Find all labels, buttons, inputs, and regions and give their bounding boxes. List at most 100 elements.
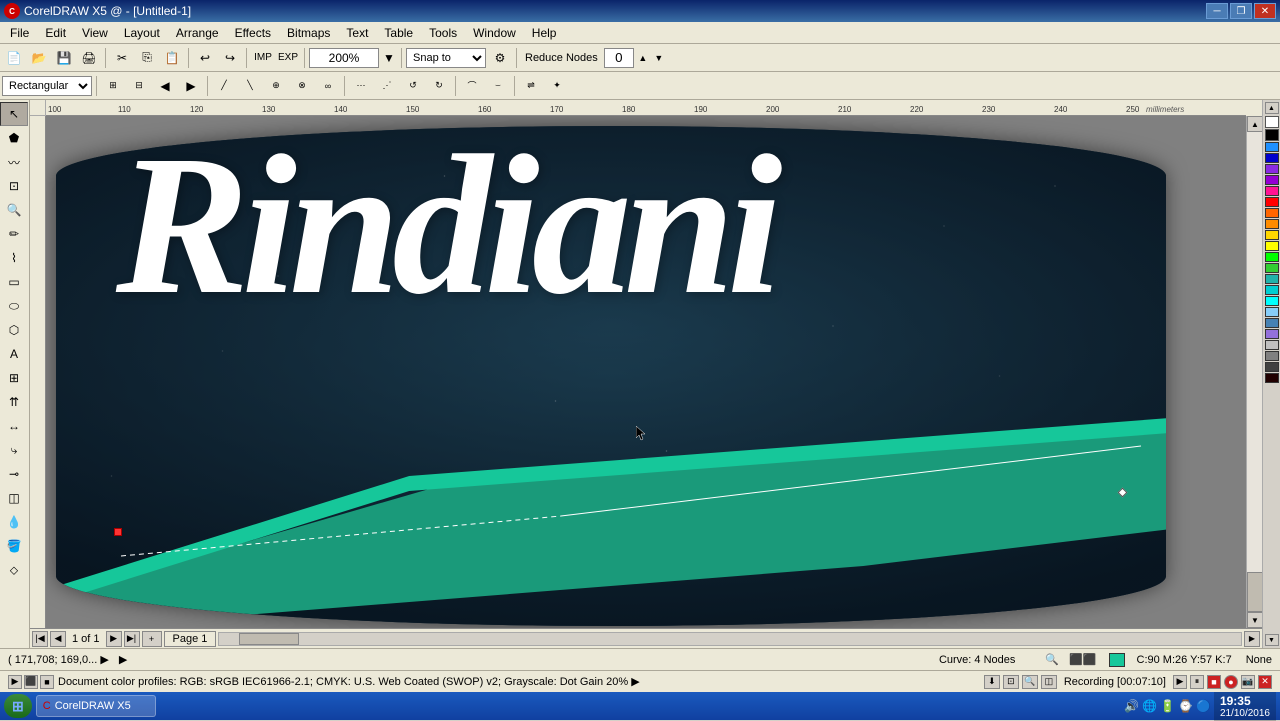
tool-rectangle[interactable]: ▭ [0,270,28,294]
reduce-nodes-input[interactable]: 0 [604,48,634,68]
tool-smartdraw[interactable]: ⌇ [0,246,28,270]
tool-fill[interactable]: 🪣 [0,534,28,558]
vscroll-track[interactable] [1247,132,1262,572]
tray-icon3[interactable]: 🔋 [1160,699,1175,713]
palette-c1[interactable] [1265,142,1279,152]
paste-button[interactable]: 📋 [160,47,184,69]
tool-connector[interactable]: ⤷ [0,438,28,462]
vscroll-up-btn[interactable]: ▲ [1247,116,1262,132]
palette-c18[interactable] [1265,329,1279,339]
hscrollbar[interactable] [218,632,1242,646]
tool-parallel[interactable]: ⇈ [0,390,28,414]
palette-c5[interactable] [1265,186,1279,196]
info-icon3[interactable]: ■ [40,675,54,689]
canvas-area[interactable]: Rindiani [46,116,1246,628]
rec-close[interactable]: ✕ [1258,675,1272,689]
reduce-nodes-up[interactable]: ▲ [636,47,650,69]
palette-c22[interactable] [1265,373,1279,383]
undo-button[interactable]: ↩ [193,47,217,69]
start-button[interactable]: ⊞ [4,694,32,718]
palette-c3[interactable] [1265,164,1279,174]
menu-file[interactable]: File [2,22,37,43]
new-page-btn[interactable]: + [142,631,162,647]
print-button[interactable]: 🖨 [77,47,101,69]
cut-button[interactable]: ✂ [110,47,134,69]
tool-zoom[interactable]: 🔍 [0,198,28,222]
rec-record[interactable]: ● [1224,675,1238,689]
zoom-dropdown[interactable]: ▼ [381,47,397,69]
tool-ellipse[interactable]: ⬭ [0,294,28,318]
node-join[interactable]: ⋰ [375,75,399,97]
prev-page-btn[interactable]: ◀ [50,631,66,647]
page-tab[interactable]: Page 1 [164,631,217,647]
palette-c12[interactable] [1265,263,1279,273]
close-button[interactable]: ✕ [1254,3,1276,19]
node-tool3[interactable]: ⊕ [264,75,288,97]
palette-c4[interactable] [1265,175,1279,185]
menu-tools[interactable]: Tools [421,22,465,43]
import-button[interactable]: IMP [251,47,275,69]
export-button[interactable]: EXP [276,47,300,69]
tool-blend[interactable]: ⊸ [0,462,28,486]
vscroll-down-btn[interactable]: ▼ [1247,612,1262,628]
menu-arrange[interactable]: Arrange [168,22,227,43]
menu-table[interactable]: Table [376,22,421,43]
tray-icon1[interactable]: 🔊 [1124,699,1139,713]
node-tool4[interactable]: ⊗ [290,75,314,97]
menu-window[interactable]: Window [465,22,524,43]
tray-icon5[interactable]: 🔵 [1196,699,1211,713]
tray-icon2[interactable]: 🌐 [1142,699,1157,713]
tray-icon4[interactable]: ⌚ [1178,699,1193,713]
tool-eyedropper[interactable]: 💧 [0,510,28,534]
palette-c9[interactable] [1265,230,1279,240]
node-fwd[interactable]: ↻ [427,75,451,97]
fill-color-swatch[interactable] [1109,653,1125,667]
menu-text[interactable]: Text [338,22,376,43]
next-page-btn[interactable]: ▶ [106,631,122,647]
rec-btn3[interactable]: 🔍 [1022,675,1038,689]
snap-settings[interactable]: ⚙ [488,47,512,69]
rec-btn2[interactable]: ⊡ [1003,675,1019,689]
redo-button[interactable]: ↪ [218,47,242,69]
node-elastic[interactable]: ⇌ [519,75,543,97]
node-rev[interactable]: ↺ [401,75,425,97]
palette-c17[interactable] [1265,318,1279,328]
rec-btn4[interactable]: ◫ [1041,675,1057,689]
palette-scroll-down[interactable]: ▼ [1265,634,1279,646]
tool-pick[interactable]: ↖ [0,102,28,126]
node-sym[interactable]: ⌣ [486,75,510,97]
tool-crop[interactable]: ⊡ [0,174,28,198]
tool-polygon[interactable]: ⬡ [0,318,28,342]
tool-table[interactable]: ⊞ [0,366,28,390]
save-button[interactable]: 💾 [52,47,76,69]
palette-c6[interactable] [1265,197,1279,207]
menu-effects[interactable]: Effects [227,22,279,43]
zoom-input[interactable]: 200% [309,48,379,68]
node-tool5[interactable]: ∞ [316,75,340,97]
palette-c14[interactable] [1265,285,1279,295]
palette-c15[interactable] [1265,296,1279,306]
last-page-btn[interactable]: ▶| [124,631,140,647]
new-button[interactable]: 📄 [2,47,26,69]
maximize-button[interactable]: ❐ [1230,3,1252,19]
node-select-all[interactable]: ✦ [545,75,569,97]
palette-c7[interactable] [1265,208,1279,218]
reduce-nodes-down[interactable]: ▼ [652,47,666,69]
node-tool2[interactable]: ╲ [238,75,262,97]
node-type-dropdown[interactable]: Rectangular Round Smooth [2,76,92,96]
palette-color-black[interactable] [1265,129,1279,141]
rec-pause[interactable]: ⏸ [1190,675,1204,689]
first-page-btn[interactable]: |◀ [32,631,48,647]
select-all-nodes[interactable]: ⊞ [101,75,125,97]
tool-text[interactable]: A [0,342,28,366]
taskbar-app-coreldraw[interactable]: C CorelDRAW X5 [36,695,156,717]
palette-c16[interactable] [1265,307,1279,317]
menu-layout[interactable]: Layout [116,22,168,43]
palette-c20[interactable] [1265,351,1279,361]
palette-scroll-up[interactable]: ▲ [1265,102,1279,114]
menu-edit[interactable]: Edit [37,22,74,43]
rec-cam[interactable]: 📷 [1241,675,1255,689]
palette-c11[interactable] [1265,252,1279,262]
snap-to-dropdown[interactable]: Snap to [406,48,486,68]
palette-c8[interactable] [1265,219,1279,229]
